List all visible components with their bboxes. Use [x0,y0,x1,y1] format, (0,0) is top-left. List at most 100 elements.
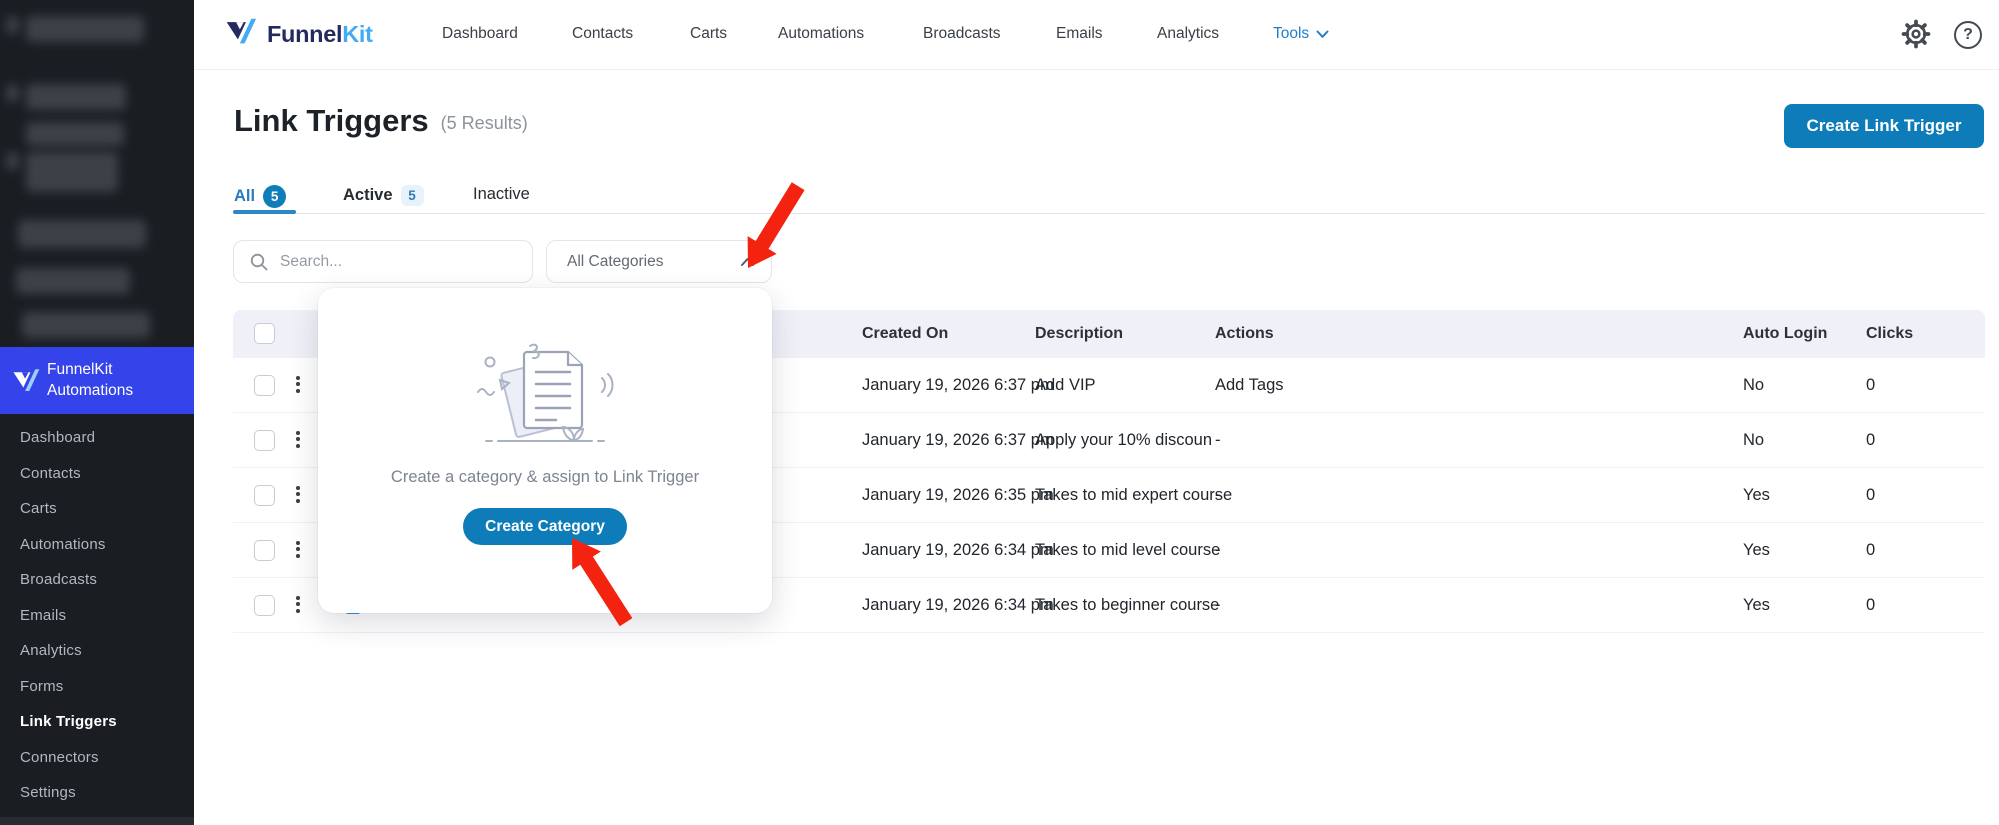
plugin-name-line2: Automations [47,382,134,399]
category-filter-dropdown[interactable]: All Categories [546,240,772,283]
column-actions: Actions [1215,325,1274,342]
search-icon [250,253,268,271]
cell-actions: Add Tags [1215,376,1284,394]
wp-admin-sidebar: FunnelKit Automations Dashboard Contacts… [0,0,194,825]
sidebar-item-analytics[interactable]: Analytics [0,633,194,669]
cell-auto-login: Yes [1743,541,1770,559]
sidebar-item-funnelkit-automations[interactable]: FunnelKit Automations [0,347,194,414]
cell-description: Apply your 10% discoun [1035,431,1213,449]
blurred-menu-item [22,312,150,338]
cell-auto-login: No [1743,376,1765,394]
tab-inactive[interactable]: Inactive [473,185,530,204]
column-auto-login: Auto Login [1743,325,1828,342]
sidebar-item-automations[interactable]: Automations [0,527,194,563]
funnelkit-link-triggers-screen: FunnelKit Automations Dashboard Contacts… [0,0,1999,825]
column-created-on: Created On [862,325,949,342]
nav-item-emails[interactable]: Emails [1056,25,1103,43]
blurred-menu-item [26,16,144,42]
cell-created-on: January 19, 2026 6:34 pm [862,541,1054,559]
search-input[interactable] [280,242,520,281]
funnelkit-logo-icon [12,367,42,399]
cell-created-on: January 19, 2026 6:34 pm [862,596,1054,614]
create-category-popover: Create a category & assign to Link Trigg… [318,288,772,613]
row-checkbox[interactable] [254,375,275,396]
tab-all-count-badge: 5 [263,185,287,208]
cell-actions: - [1215,596,1221,614]
sidebar-item-broadcasts[interactable]: Broadcasts [0,562,194,598]
sidebar-item-contacts[interactable]: Contacts [0,456,194,492]
row-checkbox[interactable] [254,485,275,506]
plugin-name-line1: FunnelKit [47,361,113,378]
cell-created-on: January 19, 2026 6:35 pm [862,486,1054,504]
chevron-up-icon [741,258,754,266]
cell-description: Takes to beginner course [1035,596,1220,614]
funnelkit-logo-icon [225,17,259,51]
sidebar-item-carts[interactable]: Carts [0,491,194,527]
popover-message: Create a category & assign to Link Trigg… [390,468,700,486]
tab-all[interactable]: All 5 [234,185,287,208]
plugin-submenu: Dashboard Contacts Carts Automations Bro… [0,420,194,811]
row-checkbox[interactable] [254,595,275,616]
sidebar-item-forms[interactable]: Forms [0,669,194,705]
kebab-menu-icon[interactable] [292,484,304,505]
select-all-checkbox[interactable] [254,323,275,344]
blurred-menu-item [18,220,146,248]
cell-description: Takes to mid level course [1035,541,1221,559]
tab-active-label: Active [343,186,393,204]
cell-clicks: 0 [1866,431,1876,449]
blurred-menu-item [26,122,124,146]
column-clicks: Clicks [1866,325,1914,342]
nav-item-analytics[interactable]: Analytics [1157,25,1219,43]
tab-inactive-label: Inactive [473,185,530,203]
search-box [233,240,533,283]
blurred-menu-item [16,268,130,294]
nav-item-automations[interactable]: Automations [778,25,864,43]
row-checkbox[interactable] [254,540,275,561]
sidebar-item-connectors[interactable]: Connectors [0,740,194,776]
sidebar-collapse-strip[interactable] [0,817,194,825]
nav-item-carts[interactable]: Carts [690,25,727,43]
nav-item-dashboard[interactable]: Dashboard [442,25,518,43]
funnelkit-top-navbar: FunnelKit Dashboard Contacts Carts Autom… [194,0,1999,70]
tabs-divider [233,213,1985,214]
nav-item-contacts[interactable]: Contacts [572,25,633,43]
create-category-button[interactable]: Create Category [463,508,627,545]
kebab-menu-icon[interactable] [292,594,304,615]
cell-clicks: 0 [1866,541,1876,559]
sidebar-item-emails[interactable]: Emails [0,598,194,634]
nav-item-tools[interactable]: Tools [1273,25,1329,43]
nav-item-broadcasts[interactable]: Broadcasts [923,25,1001,43]
cell-clicks: 0 [1866,596,1876,614]
kebab-menu-icon[interactable] [292,374,304,395]
category-documents-illustration [460,340,630,460]
gear-icon[interactable] [1901,19,1931,54]
funnelkit-logo[interactable]: FunnelKit [225,17,373,51]
help-icon[interactable]: ? [1954,21,1982,49]
cell-auto-login: Yes [1743,486,1770,504]
cell-created-on: January 19, 2026 6:37 pm [862,376,1054,394]
blurred-menu-icon [6,16,19,34]
cell-clicks: 0 [1866,376,1876,394]
page-title: Link Triggers [234,103,429,138]
row-checkbox[interactable] [254,430,275,451]
cell-actions: - [1215,431,1221,449]
page-header: Link Triggers (5 Results) [234,103,528,139]
blurred-menu-item [26,84,126,110]
tab-active-count-badge: 5 [400,185,424,206]
logo-wordmark: FunnelKit [267,20,373,47]
active-tab-underline [233,210,296,214]
column-description: Description [1035,325,1124,342]
kebab-menu-icon[interactable] [292,429,304,450]
tab-active[interactable]: Active 5 [343,185,424,206]
sidebar-item-settings[interactable]: Settings [0,775,194,811]
kebab-menu-icon[interactable] [292,539,304,560]
cell-clicks: 0 [1866,486,1876,504]
create-link-trigger-button[interactable]: Create Link Trigger [1784,104,1984,148]
sidebar-item-link-triggers[interactable]: Link Triggers [0,704,194,740]
blurred-menu-icon [6,84,19,102]
blurred-menu-item [26,152,118,192]
sidebar-item-dashboard[interactable]: Dashboard [0,420,194,456]
cell-auto-login: No [1743,431,1765,449]
cell-auto-login: Yes [1743,596,1770,614]
tab-all-label: All [234,187,256,205]
